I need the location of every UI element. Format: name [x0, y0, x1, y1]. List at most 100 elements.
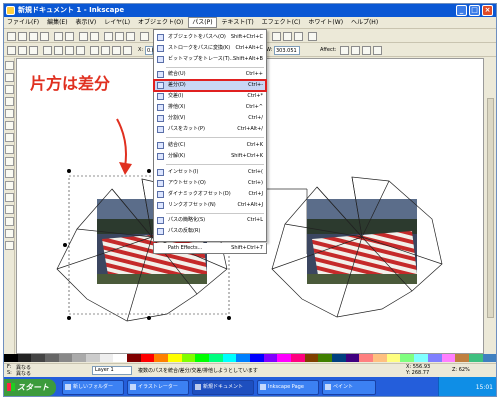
- swatch[interactable]: [359, 354, 374, 362]
- flip-horizontal-icon[interactable]: [65, 46, 74, 55]
- taskbar-item[interactable]: 新しいフォルダー: [62, 380, 124, 395]
- swatch[interactable]: [236, 354, 251, 362]
- swatch[interactable]: [277, 354, 292, 362]
- raise-icon[interactable]: [101, 46, 110, 55]
- zoom-tool-icon[interactable]: [5, 85, 14, 94]
- taskbar-item[interactable]: Inkscape Page: [257, 380, 319, 395]
- menu-item-break-apart[interactable]: 分解(K) Shift+Ctrl+K: [154, 151, 266, 162]
- menu-view[interactable]: 表示(V): [72, 17, 99, 29]
- undo-icon[interactable]: [79, 32, 88, 41]
- maximize-button[interactable]: □: [469, 5, 480, 16]
- menu-item-inset[interactable]: インセット(I) Ctrl+(: [154, 167, 266, 178]
- menu-item-outset[interactable]: アウトセット(O) Ctrl+): [154, 178, 266, 189]
- swatch[interactable]: [154, 354, 169, 362]
- menu-effects[interactable]: エフェクト(C): [259, 17, 304, 29]
- calligraphy-tool-icon[interactable]: [5, 181, 14, 190]
- print-icon[interactable]: [40, 32, 49, 41]
- menu-text[interactable]: テキスト(T): [219, 17, 257, 29]
- connector-tool-icon[interactable]: [5, 241, 14, 250]
- menu-path[interactable]: パス(P): [188, 17, 217, 28]
- new-document-icon[interactable]: [7, 32, 16, 41]
- close-button[interactable]: ×: [482, 5, 493, 16]
- swatch[interactable]: [195, 354, 210, 362]
- zoom-icon[interactable]: [140, 32, 149, 41]
- deselect-icon[interactable]: [29, 46, 38, 55]
- layer-select[interactable]: Layer 1: [92, 366, 132, 375]
- menu-object[interactable]: オブジェクト(O): [135, 17, 186, 29]
- swatch[interactable]: [304, 354, 319, 362]
- swatch[interactable]: [31, 354, 46, 362]
- menu-item-dynamic-offset[interactable]: ダイナミックオフセット(D) Ctrl+J: [154, 189, 266, 200]
- lower-to-bottom-icon[interactable]: [123, 46, 132, 55]
- select-all-icon[interactable]: [7, 46, 16, 55]
- pencil-tool-icon[interactable]: [5, 157, 14, 166]
- menu-item-union[interactable]: 統合(U) Ctrl++: [154, 69, 266, 80]
- swatch[interactable]: [291, 354, 305, 362]
- affect-corners-icon[interactable]: [351, 46, 360, 55]
- menu-item-object-to-path[interactable]: オブジェクトをパスへ(O) Shift+Ctrl+C: [154, 32, 266, 43]
- swatch[interactable]: [482, 354, 496, 362]
- raise-to-top-icon[interactable]: [90, 46, 99, 55]
- menu-item-intersection[interactable]: 交差(I) Ctrl+*: [154, 91, 266, 102]
- swatch[interactable]: [318, 354, 333, 362]
- vertical-scrollbar[interactable]: [487, 98, 494, 318]
- swatch[interactable]: [427, 354, 442, 362]
- ellipse-tool-icon[interactable]: [5, 121, 14, 130]
- swatch[interactable]: [4, 354, 18, 362]
- fill-stroke-icon[interactable]: [283, 32, 292, 41]
- menu-item-combine[interactable]: 結合(C) Ctrl+K: [154, 140, 266, 151]
- xml-editor-icon[interactable]: [308, 32, 317, 41]
- menu-file[interactable]: ファイル(F): [4, 17, 42, 29]
- align-icon[interactable]: [272, 32, 281, 41]
- affect-pattern-icon[interactable]: [373, 46, 382, 55]
- menu-edit[interactable]: 編集(E): [44, 17, 70, 29]
- taskbar-item-active[interactable]: 新規ドキュメント: [192, 380, 254, 395]
- swatch[interactable]: [345, 354, 360, 362]
- zoom-value[interactable]: Z: 62%: [452, 367, 470, 373]
- swatch[interactable]: [468, 354, 483, 362]
- swatch[interactable]: [263, 354, 278, 362]
- node-tool-icon[interactable]: [5, 73, 14, 82]
- rectangle-tool-icon[interactable]: [5, 97, 14, 106]
- 3d-box-tool-icon[interactable]: [5, 109, 14, 118]
- right-scrollbar-area[interactable]: [485, 58, 496, 354]
- open-icon[interactable]: [18, 32, 27, 41]
- swatch[interactable]: [373, 354, 387, 362]
- menu-item-cut-path[interactable]: パスをカット(P) Ctrl+Alt+/: [154, 124, 266, 135]
- swatch[interactable]: [455, 354, 469, 362]
- paste-icon[interactable]: [126, 32, 135, 41]
- swatch[interactable]: [222, 354, 237, 362]
- swatch[interactable]: [181, 354, 196, 362]
- swatch[interactable]: [86, 354, 100, 362]
- gradient-tool-icon[interactable]: [5, 217, 14, 226]
- affect-gradient-icon[interactable]: [362, 46, 371, 55]
- swatch[interactable]: [400, 354, 415, 362]
- swatch[interactable]: [72, 354, 87, 362]
- selector-tool-icon[interactable]: [5, 61, 14, 70]
- select-all-layers-icon[interactable]: [18, 46, 27, 55]
- swatch[interactable]: [45, 354, 59, 362]
- swatch[interactable]: [99, 354, 114, 362]
- spiral-tool-icon[interactable]: [5, 145, 14, 154]
- swatch[interactable]: [250, 354, 264, 362]
- flip-vertical-icon[interactable]: [76, 46, 85, 55]
- swatch[interactable]: [113, 354, 128, 362]
- menu-layer[interactable]: レイヤ(L): [101, 17, 133, 29]
- swatch[interactable]: [386, 354, 401, 362]
- dropper-tool-icon[interactable]: [5, 229, 14, 238]
- x-input[interactable]: 0.0: [145, 46, 155, 55]
- rotate-cw-icon[interactable]: [54, 46, 63, 55]
- swatch[interactable]: [332, 354, 346, 362]
- menu-item-division[interactable]: 分割(V) Ctrl+/: [154, 113, 266, 124]
- taskbar-item[interactable]: ペイント: [322, 380, 376, 395]
- menu-item-stroke-to-path[interactable]: ストロークをパスに変換(K) Ctrl+Alt+C: [154, 43, 266, 54]
- lower-icon[interactable]: [112, 46, 121, 55]
- import-icon[interactable]: [54, 32, 63, 41]
- menu-item-exclusion[interactable]: 排他(X) Ctrl+^: [154, 102, 266, 113]
- rotate-ccw-icon[interactable]: [43, 46, 52, 55]
- swatch[interactable]: [127, 354, 141, 362]
- menu-help[interactable]: ヘルプ(H): [348, 17, 381, 29]
- swatch[interactable]: [168, 354, 182, 362]
- star-tool-icon[interactable]: [5, 133, 14, 142]
- affect-stroke-icon[interactable]: [340, 46, 349, 55]
